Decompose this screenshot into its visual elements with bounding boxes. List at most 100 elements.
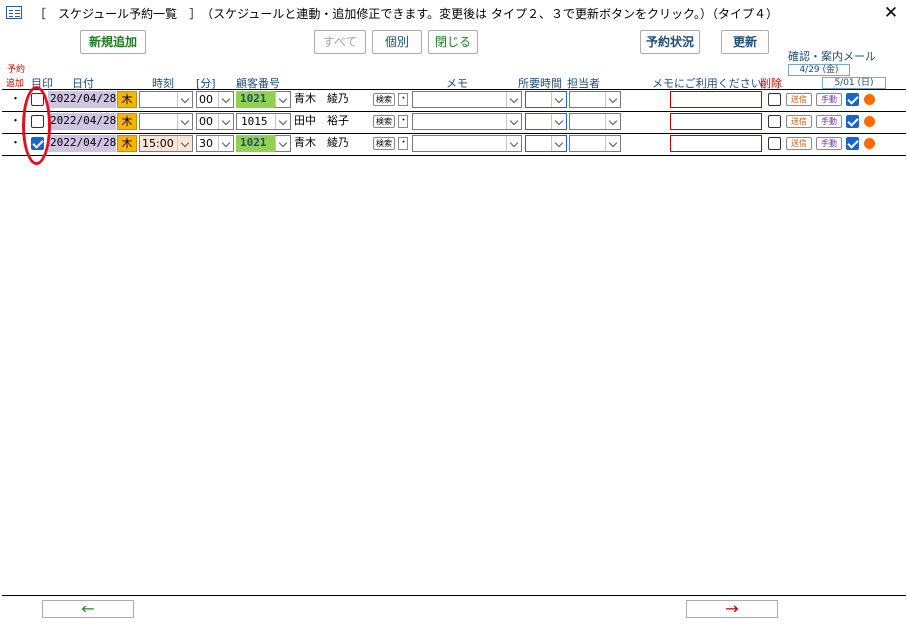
search-button[interactable]: 検索 [373,115,395,128]
memo-text-input[interactable] [670,91,762,108]
manual-mail-button[interactable]: 手動 [816,137,842,150]
minute-select-value: 30 [199,137,213,150]
chevron-down-icon[interactable] [177,92,192,107]
memo-text-input[interactable] [670,113,762,130]
header-add-reserve-1: 予約 [7,65,26,75]
header-add-reserve-2: 追加 [6,79,25,89]
date-field[interactable]: 2022/04/28 [48,91,116,108]
hour-select-value: 15:00 [142,137,174,150]
hour-select[interactable] [139,113,193,130]
customer-number[interactable]: 1021 [236,135,276,152]
customer-name: 青木 綾乃 [294,136,349,149]
update-button[interactable]: 更新 [721,30,769,54]
chevron-down-icon[interactable] [218,136,233,151]
chevron-down-icon[interactable] [605,92,620,107]
memo-dot-button[interactable]: ・ [398,93,408,106]
chevron-down-icon[interactable] [506,136,521,151]
date-field[interactable]: 2022/04/28 [48,135,116,152]
title-bar: ［ スケジュール予約一覧 ］ （スケジュールと連動・追加修正できます。変更後は … [0,0,907,26]
memo-dot-button[interactable]: ・ [398,115,408,128]
date-field[interactable]: 2022/04/28 [48,113,116,130]
weekday-label: 木 [117,113,137,130]
mail-checkbox[interactable] [846,137,859,150]
send-mail-button[interactable]: 送信 [786,93,812,106]
search-button[interactable]: 検索 [373,93,395,106]
duration-select[interactable] [525,135,567,152]
chevron-down-icon[interactable] [506,92,521,107]
customer-number[interactable]: 1021 [236,91,276,108]
customer-dropdown[interactable] [275,91,291,108]
window-title: ［ スケジュール予約一覧 ］ （スケジュールと連動・追加修正できます。変更後は … [34,7,778,21]
duration-select[interactable] [525,113,567,130]
customer-number[interactable]: 1015 [236,113,276,130]
chevron-down-icon[interactable] [218,114,233,129]
chevron-down-icon[interactable] [551,114,566,129]
add-new-button[interactable]: 新規追加 [80,30,146,54]
weekday-label: 木 [117,91,137,108]
individual-button[interactable]: 個別 [372,30,422,54]
manual-mail-button[interactable]: 手動 [816,93,842,106]
row-add-dot[interactable]: ・ [10,91,18,108]
chevron-down-icon[interactable] [218,92,233,107]
chevron-down-icon[interactable] [177,136,192,151]
send-mail-button[interactable]: 送信 [786,137,812,150]
prev-record-button[interactable]: ← [42,600,134,618]
duration-select[interactable] [525,91,567,108]
status-dot [864,138,875,149]
mail-checkbox[interactable] [846,115,859,128]
minute-select-value: 00 [199,93,213,106]
memo-dot-button[interactable]: ・ [398,137,408,150]
customer-dropdown[interactable] [275,113,291,130]
row-divider [2,111,906,112]
chevron-down-icon[interactable] [275,136,290,151]
chevron-down-icon[interactable] [275,92,290,107]
chevron-down-icon[interactable] [605,136,620,151]
minute-select[interactable]: 00 [196,91,234,108]
delete-checkbox[interactable] [768,115,781,128]
memo-select[interactable] [412,113,522,130]
delete-checkbox[interactable] [768,93,781,106]
minute-select[interactable]: 00 [196,113,234,130]
grid-bottom-line [2,595,906,596]
mail-date-b: 5/01 (日) [822,77,886,89]
minute-select[interactable]: 30 [196,135,234,152]
customer-name: 青木 綾乃 [294,92,349,105]
minute-select-value: 00 [199,115,213,128]
close-button[interactable]: 閉じる [428,30,478,54]
staff-select[interactable] [569,113,621,130]
customer-name: 田中 裕子 [294,114,349,127]
staff-select[interactable] [569,135,621,152]
annotation-ring [22,86,51,165]
next-record-button[interactable]: → [686,600,778,618]
chevron-down-icon[interactable] [275,114,290,129]
chevron-down-icon[interactable] [506,114,521,129]
row-add-dot[interactable]: ・ [10,113,18,130]
chevron-down-icon[interactable] [551,92,566,107]
customer-dropdown[interactable] [275,135,291,152]
reservation-status-button[interactable]: 予約状況 [640,30,700,54]
chevron-down-icon[interactable] [551,136,566,151]
chevron-down-icon[interactable] [177,114,192,129]
staff-select[interactable] [569,91,621,108]
mail-date-a: 4/29 (金) [788,64,850,76]
manual-mail-button[interactable]: 手動 [816,115,842,128]
show-all-button[interactable]: すべて [314,30,366,54]
chevron-down-icon[interactable] [605,114,620,129]
memo-select[interactable] [412,91,522,108]
close-icon[interactable]: ✕ [880,2,902,24]
status-dot [864,94,875,105]
send-mail-button[interactable]: 送信 [786,115,812,128]
row-divider [2,133,906,134]
delete-checkbox[interactable] [768,137,781,150]
memo-text-input[interactable] [670,135,762,152]
mail-checkbox[interactable] [846,93,859,106]
grid-top-line [2,89,906,90]
weekday-label: 木 [117,135,137,152]
form-icon [6,6,22,19]
hour-select[interactable] [139,91,193,108]
row-add-dot[interactable]: ・ [10,135,18,152]
hour-select[interactable]: 15:00 [139,135,193,152]
search-button[interactable]: 検索 [373,137,395,150]
status-dot [864,116,875,127]
memo-select[interactable] [412,135,522,152]
